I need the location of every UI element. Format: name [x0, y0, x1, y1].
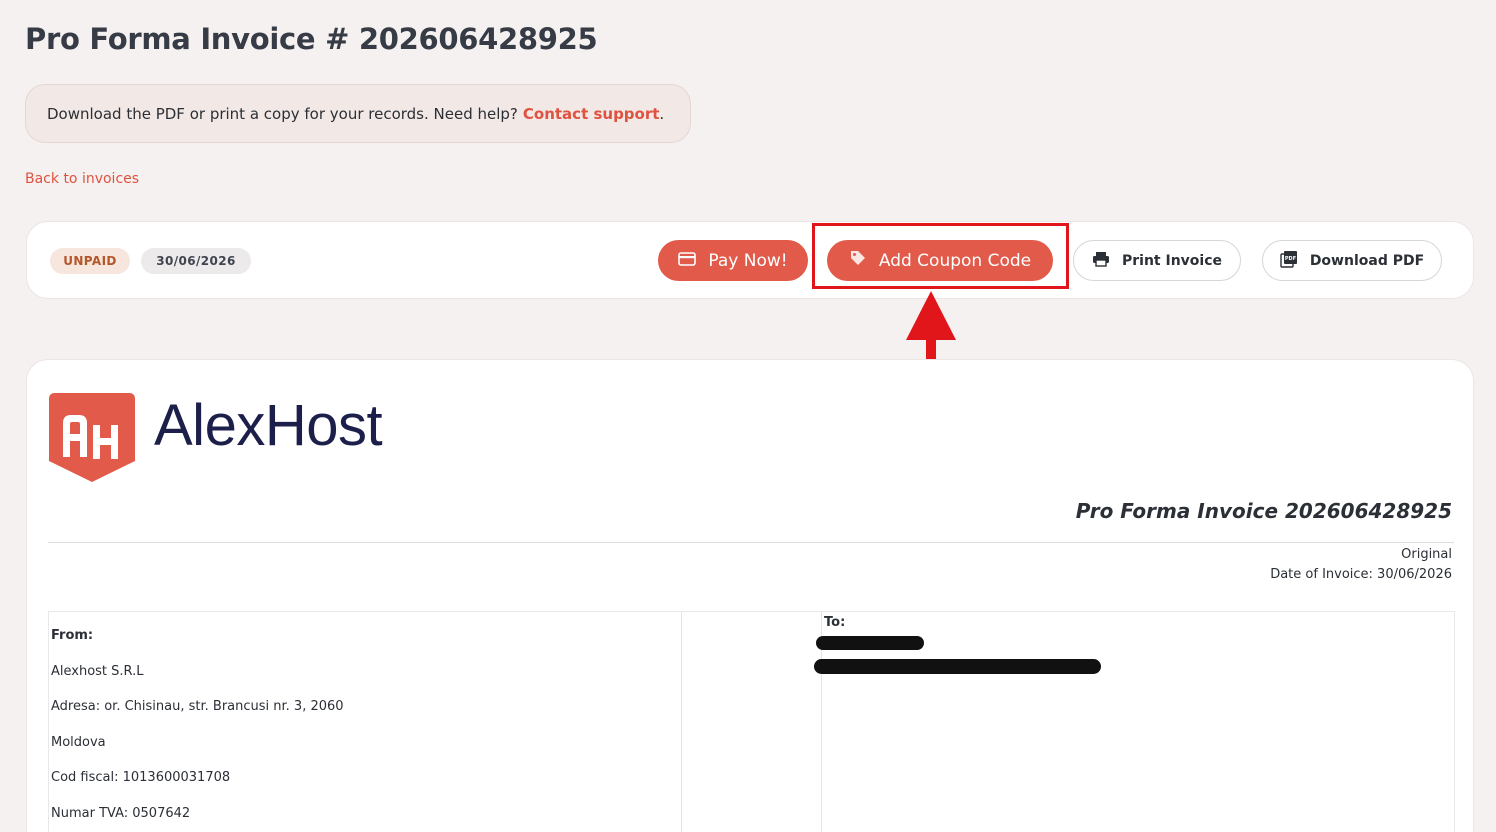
from-vat-number: Numar TVA: 0507642: [51, 805, 191, 821]
print-invoice-button[interactable]: Print Invoice: [1073, 240, 1241, 281]
alexhost-logo-text: AlexHost: [154, 393, 383, 458]
print-invoice-label: Print Invoice: [1121, 252, 1222, 269]
contact-support-link[interactable]: Contact support: [523, 105, 660, 123]
notice-suffix: .: [659, 104, 665, 123]
invoice-document: AlexHost Pro Forma Invoice 202606428925 …: [26, 359, 1474, 832]
pay-now-button[interactable]: Pay Now!: [658, 240, 808, 281]
printer-icon: [1092, 251, 1110, 271]
invoice-copy-type: Original: [1401, 547, 1452, 562]
pay-now-label: Pay Now!: [708, 250, 788, 271]
address-table: From: Alexhost S.R.L Adresa: or. Chisina…: [48, 611, 1455, 832]
redacted-address: [814, 659, 1101, 674]
date-badge: 30/06/2026: [141, 248, 251, 274]
from-label: From:: [51, 628, 94, 643]
invoice-divider: [48, 542, 1454, 543]
invoice-toolbar: UNPAID 30/06/2026 Pay Now! Add Coupon Co…: [26, 221, 1474, 299]
page-title: Pro Forma Invoice # 202606428925: [25, 22, 598, 56]
pdf-icon: PDF: [1280, 250, 1298, 272]
coupon-highlight-box: [812, 223, 1069, 289]
back-to-invoices-link[interactable]: Back to invoices: [25, 171, 139, 187]
column-divider: [681, 612, 682, 832]
to-label: To:: [824, 615, 846, 630]
from-tax-code: Cod fiscal: 1013600031708: [51, 770, 231, 786]
status-badge: UNPAID: [50, 248, 130, 274]
download-pdf-button[interactable]: PDF Download PDF: [1262, 240, 1442, 281]
from-country: Moldova: [51, 734, 106, 750]
download-pdf-label: Download PDF: [1309, 252, 1425, 269]
credit-card-icon: [678, 251, 697, 271]
from-address: From: Alexhost S.R.L Adresa: or. Chisina…: [51, 628, 344, 832]
from-company: Alexhost S.R.L: [51, 663, 144, 679]
redacted-name: [816, 636, 924, 650]
svg-text:PDF: PDF: [1285, 256, 1296, 262]
notice-text: Download the PDF or print a copy for you…: [47, 104, 518, 123]
invoice-date: Date of Invoice: 30/06/2026: [1270, 567, 1452, 582]
alexhost-logo-icon: [49, 393, 135, 482]
from-address-line: Adresa: or. Chisinau, str. Brancusi nr. …: [51, 699, 344, 715]
invoice-title: Pro Forma Invoice 202606428925: [1075, 499, 1452, 523]
help-notice: Download the PDF or print a copy for you…: [25, 84, 691, 143]
